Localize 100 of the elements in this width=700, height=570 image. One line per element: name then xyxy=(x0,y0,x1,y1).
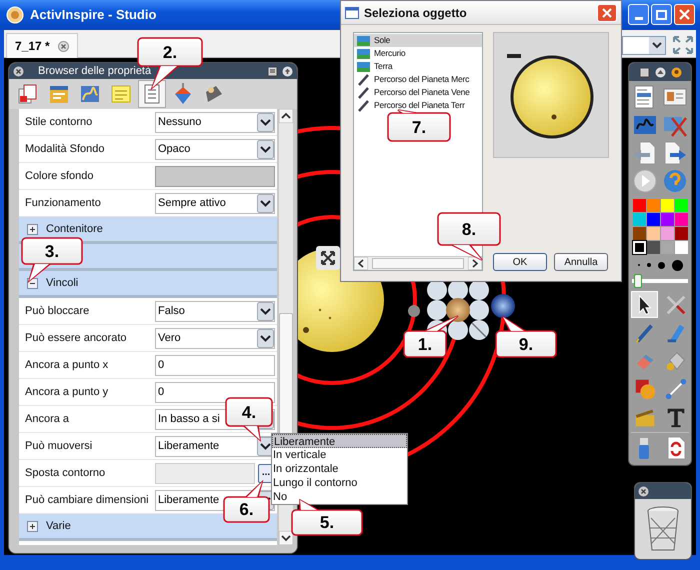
close-button[interactable] xyxy=(597,4,617,22)
color-swatch[interactable] xyxy=(674,213,688,226)
color-swatch[interactable] xyxy=(660,199,674,212)
dialog-button[interactable]: OK xyxy=(493,253,547,271)
dropdown-field[interactable] xyxy=(622,36,666,55)
list-item[interactable]: Terra xyxy=(354,60,482,73)
list-item[interactable]: Percorso del Pianeta Vene xyxy=(354,86,482,99)
color-swatch[interactable] xyxy=(646,199,660,212)
dialog-button[interactable]: Annulla xyxy=(554,253,608,271)
expand-icon[interactable] xyxy=(27,520,38,532)
color-swatch[interactable] xyxy=(632,213,646,226)
chevron-icon xyxy=(257,302,274,320)
pen-icon xyxy=(357,100,370,112)
dropdown[interactable]: Nessuno xyxy=(155,112,275,132)
group-header[interactable]: Varie xyxy=(19,514,277,541)
color-swatch[interactable] xyxy=(632,241,646,254)
chevron-icon xyxy=(257,328,274,348)
dropdown[interactable]: Vero xyxy=(155,328,275,348)
properties-tab[interactable] xyxy=(138,80,166,108)
dialog-title: Seleziona oggetto xyxy=(364,4,468,22)
callout-tooltip: 7. xyxy=(386,108,452,143)
color-swatch[interactable] xyxy=(646,241,660,254)
color-swatch[interactable] xyxy=(646,213,660,226)
page-icon[interactable] xyxy=(638,66,650,78)
pin-icon[interactable] xyxy=(670,66,682,78)
minimize-button[interactable] xyxy=(628,4,649,25)
document-tab[interactable]: 7_17 * xyxy=(6,33,78,58)
page-icon[interactable] xyxy=(267,66,278,76)
dropdown[interactable]: Sempre attivo xyxy=(155,192,275,214)
chevron-icon xyxy=(649,37,665,54)
tool-button[interactable] xyxy=(631,291,658,318)
chevron-icon xyxy=(257,112,274,132)
property-label: Può bloccare xyxy=(24,304,90,319)
list-item[interactable]: Percorso del Pianeta Merc xyxy=(354,73,482,86)
play-icon[interactable] xyxy=(632,168,658,194)
scroll-right-icon[interactable] xyxy=(468,257,482,270)
dropdown-option[interactable]: In orizzontale xyxy=(272,462,407,476)
window-icon xyxy=(345,6,359,18)
close-icon[interactable] xyxy=(58,40,69,52)
expand-icon xyxy=(321,251,335,265)
pen-size-option[interactable] xyxy=(672,260,682,270)
color-swatch[interactable] xyxy=(674,199,688,212)
property-label: Ancora a punto x xyxy=(24,358,110,373)
earth-drawing[interactable] xyxy=(491,294,515,318)
color-swatch[interactable] xyxy=(660,227,674,240)
scroll-left-icon[interactable] xyxy=(354,257,368,270)
dropdown-option[interactable]: In verticale xyxy=(272,448,407,462)
pin-icon[interactable] xyxy=(282,66,293,76)
color-swatch[interactable] xyxy=(632,227,646,240)
property-label: Colore sfondo xyxy=(24,168,94,184)
color-swatch[interactable] xyxy=(660,241,674,254)
color-swatch[interactable] xyxy=(660,213,674,226)
close-button[interactable] xyxy=(674,4,695,25)
dropdown-option[interactable]: Liberamente xyxy=(272,434,407,448)
close-icon xyxy=(602,8,612,18)
callout-tooltip: 1. xyxy=(402,314,460,359)
thickness-slider[interactable] xyxy=(632,274,688,288)
fullscreen-button[interactable] xyxy=(316,246,340,270)
color-swatch[interactable] xyxy=(632,199,646,212)
scroll-down-icon[interactable] xyxy=(279,531,293,545)
horizontal-scrollbar[interactable] xyxy=(354,256,482,270)
app-logo-icon xyxy=(6,6,24,24)
slider-thumb[interactable] xyxy=(634,274,642,288)
text-field[interactable]: 0 xyxy=(155,382,275,402)
pen-icon xyxy=(357,86,370,98)
maximize-button[interactable] xyxy=(651,4,672,25)
list-item[interactable]: Sole xyxy=(354,34,482,47)
picture-icon xyxy=(357,36,370,46)
property-label: Sposta contorno xyxy=(24,466,106,481)
text-field[interactable] xyxy=(155,462,255,484)
venus-drawing[interactable] xyxy=(446,298,470,322)
chevron-icon xyxy=(257,140,274,158)
text-field[interactable]: 0 xyxy=(155,354,275,376)
expand-icon[interactable] xyxy=(27,224,38,234)
group-header[interactable]: Vincoli xyxy=(19,271,277,298)
dropdown-option[interactable]: Lungo il contorno xyxy=(272,476,407,490)
dropdown[interactable]: Opaco xyxy=(155,138,275,160)
dropdown[interactable]: Falso xyxy=(155,300,275,322)
minimize-icon xyxy=(634,17,642,20)
color-swatch[interactable] xyxy=(646,227,660,240)
close-icon[interactable] xyxy=(638,486,649,496)
pen-size-option[interactable] xyxy=(646,263,650,267)
callout-tooltip: 6. xyxy=(222,480,271,524)
mercury-drawing[interactable] xyxy=(408,305,420,317)
list-item[interactable]: Mercurio xyxy=(354,47,482,60)
pen-icon xyxy=(357,74,370,86)
connector-icon xyxy=(664,376,688,400)
color-field[interactable] xyxy=(155,166,275,186)
trash-icon[interactable] xyxy=(646,506,680,552)
eject-icon[interactable] xyxy=(654,66,666,78)
window-title: ActivInspire - Studio xyxy=(30,6,156,24)
callout-tooltip: 8. xyxy=(436,211,502,262)
close-icon[interactable] xyxy=(13,66,24,76)
picture-icon xyxy=(357,62,370,72)
color-swatch[interactable] xyxy=(674,241,688,254)
group-header[interactable]: Contenitore xyxy=(19,217,277,244)
scrollbar-thumb[interactable] xyxy=(372,258,464,269)
property-label: Può cambiare dimensioni xyxy=(24,492,150,508)
color-swatch[interactable] xyxy=(674,227,688,240)
scroll-up-icon[interactable] xyxy=(279,109,293,123)
